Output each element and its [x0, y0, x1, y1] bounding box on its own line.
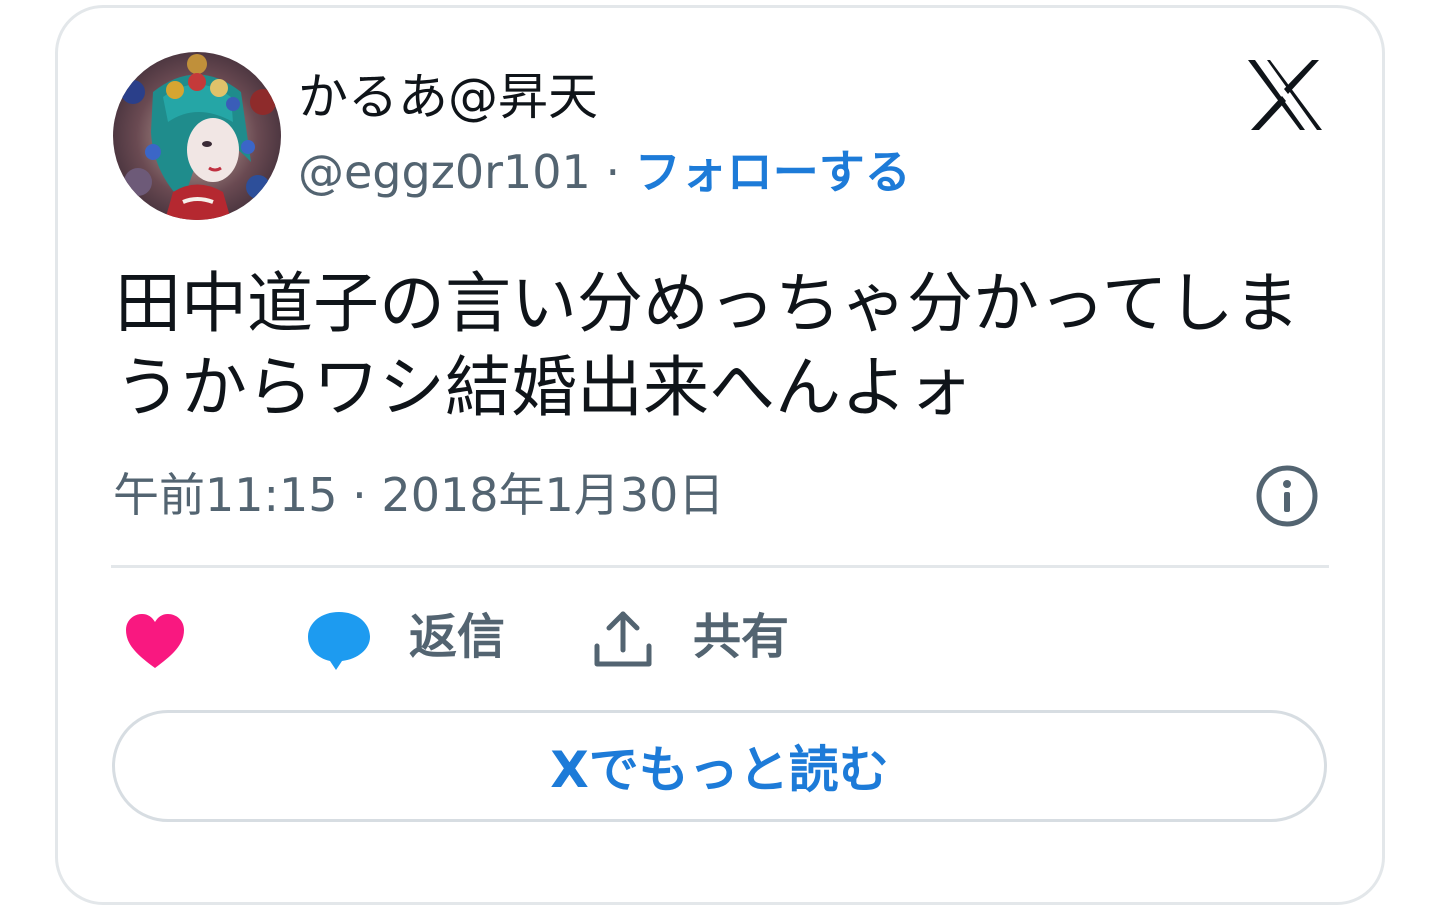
avatar[interactable] [113, 52, 281, 220]
tweet-text: 田中道子の言い分めっちゃ分かってしまうからワシ結婚出来へんよォ [115, 265, 1300, 426]
reply-label: 返信 [409, 609, 506, 665]
read-more-label: Xでもっと読む [550, 741, 889, 799]
upload-icon [594, 611, 652, 667]
tweet-timestamp[interactable]: 午前11:15 · 2018年1月30日 [113, 462, 724, 528]
read-more-button[interactable]: Xでもっと読む [112, 710, 1327, 822]
x-logo-icon[interactable] [1246, 58, 1324, 132]
speech-bubble-icon [308, 612, 370, 670]
handle-row: @eggz0r101 · フォローする [298, 142, 911, 202]
avatar-image [113, 52, 281, 220]
user-handle[interactable]: @eggz0r101 [298, 145, 591, 199]
share-label: 共有 [693, 609, 790, 665]
info-icon[interactable] [1255, 464, 1319, 528]
follow-button[interactable]: フォローする [635, 145, 911, 199]
heart-icon[interactable] [124, 612, 186, 670]
display-name[interactable]: かるあ@昇天 [298, 66, 598, 128]
separator-dot: · [605, 145, 621, 199]
divider [111, 565, 1329, 568]
